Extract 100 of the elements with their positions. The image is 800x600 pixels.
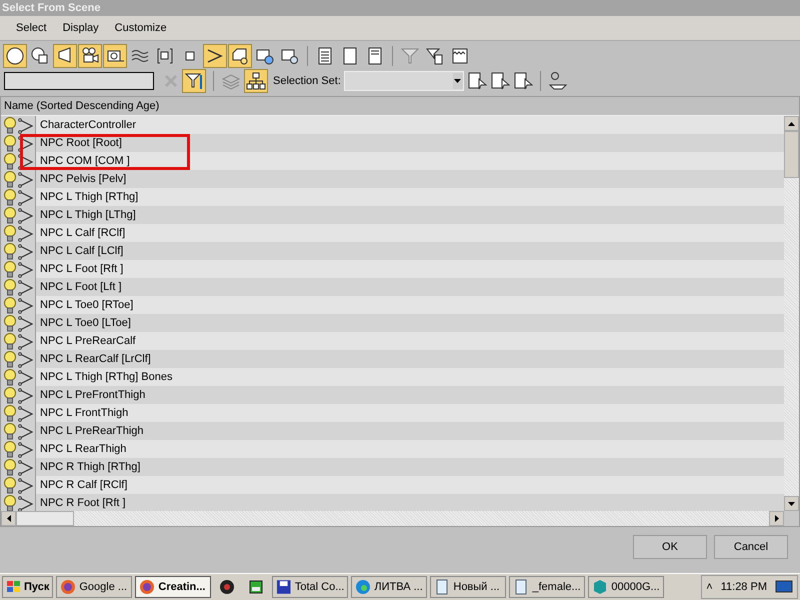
start-button[interactable]: Пуск bbox=[2, 576, 54, 598]
lightbulb-icon[interactable] bbox=[3, 440, 17, 458]
page-pointer-icon[interactable] bbox=[490, 71, 510, 91]
hierarchy-icon[interactable] bbox=[244, 69, 268, 93]
scroll-right-icon[interactable] bbox=[774, 515, 778, 522]
bone-icon[interactable] bbox=[18, 260, 34, 278]
object-name[interactable]: CharacterController bbox=[40, 119, 136, 131]
bone-icon[interactable] bbox=[18, 476, 34, 494]
bone-icon[interactable] bbox=[18, 242, 34, 260]
bone-icon[interactable] bbox=[18, 440, 34, 458]
taskbar-button[interactable]: Creatin... bbox=[135, 576, 212, 598]
object-name[interactable]: NPC L Foot [Lft ] bbox=[40, 281, 122, 293]
bone-icon[interactable] bbox=[18, 368, 34, 386]
scroll-down-icon[interactable] bbox=[788, 502, 795, 506]
bone-icon[interactable] bbox=[18, 134, 34, 152]
scroll-left-icon[interactable] bbox=[6, 515, 10, 522]
lightbulb-icon[interactable] bbox=[3, 206, 17, 224]
bone-icon[interactable] bbox=[18, 404, 34, 422]
object-name[interactable]: NPC L PreFrontThigh bbox=[40, 389, 146, 401]
lightbulb-icon[interactable] bbox=[3, 476, 17, 494]
object-name[interactable]: NPC L Thigh [RThg] bbox=[40, 191, 138, 203]
vertical-scrollbar[interactable] bbox=[784, 116, 799, 511]
object-name[interactable]: NPC L RearThigh bbox=[40, 443, 126, 455]
object-name[interactable]: NPC COM [COM ] bbox=[40, 155, 130, 167]
object-name[interactable]: NPC L PreRearThigh bbox=[40, 425, 144, 437]
page-pointer-icon[interactable] bbox=[512, 71, 533, 91]
page-pointer-icon[interactable] bbox=[466, 71, 487, 91]
bone-icon[interactable] bbox=[18, 314, 34, 332]
filter-toggle-icon[interactable] bbox=[182, 69, 206, 93]
lightbulb-icon[interactable] bbox=[3, 494, 17, 511]
menu-item[interactable]: Display bbox=[54, 22, 107, 34]
menu-item[interactable]: Select bbox=[8, 22, 55, 34]
lightbulb-icon[interactable] bbox=[3, 296, 17, 314]
bone-icon[interactable] bbox=[203, 44, 227, 68]
bone-icon[interactable] bbox=[18, 494, 34, 511]
lightbulb-icon[interactable] bbox=[3, 260, 17, 278]
object-name[interactable]: NPC L PreRearCalf bbox=[40, 335, 136, 347]
bone-icon[interactable] bbox=[18, 422, 34, 440]
lightbulb-icon[interactable] bbox=[3, 152, 17, 170]
monitor-icon[interactable] bbox=[775, 580, 793, 594]
lightbulb-icon[interactable] bbox=[3, 170, 17, 188]
lightbulb-icon[interactable] bbox=[3, 332, 17, 350]
lightbulb-icon[interactable] bbox=[3, 278, 17, 296]
object-name[interactable]: NPC L FrontThigh bbox=[40, 407, 128, 419]
object-name[interactable]: NPC L RearCalf [LrClf] bbox=[40, 353, 151, 365]
object-name[interactable]: NPC Pelvis [Pelv] bbox=[40, 173, 126, 185]
dropdown-arrow-icon[interactable] bbox=[454, 79, 462, 83]
lightbulb-icon[interactable] bbox=[3, 224, 17, 242]
bone-icon[interactable] bbox=[18, 152, 34, 170]
spotlight-icon[interactable] bbox=[53, 44, 77, 68]
scroll-thumb[interactable] bbox=[784, 131, 799, 178]
lightbulb-icon[interactable] bbox=[3, 134, 17, 152]
bone-icon[interactable] bbox=[18, 170, 34, 188]
bone-icon[interactable] bbox=[18, 188, 34, 206]
object-name[interactable]: NPC L Thigh [LThg] bbox=[40, 209, 136, 221]
dialog-button[interactable]: OK bbox=[633, 535, 707, 559]
box-icon[interactable] bbox=[228, 44, 252, 68]
lightbulb-icon[interactable] bbox=[3, 422, 17, 440]
bone-icon[interactable] bbox=[18, 116, 34, 134]
lightbulb-icon[interactable] bbox=[3, 368, 17, 386]
taskbar-button[interactable]: 00000G... bbox=[588, 576, 664, 598]
bone-icon[interactable] bbox=[18, 386, 34, 404]
bone-icon[interactable] bbox=[18, 296, 34, 314]
taskbar-button[interactable]: Google ... bbox=[56, 576, 132, 598]
object-name[interactable]: NPC R Thigh [RThg] bbox=[40, 461, 140, 473]
taskbar-button[interactable]: Total Co... bbox=[272, 576, 348, 598]
lightbulb-icon[interactable] bbox=[3, 188, 17, 206]
object-name[interactable]: NPC R Foot [Rft ] bbox=[40, 497, 126, 509]
scroll-up-icon[interactable] bbox=[788, 122, 795, 126]
object-name[interactable]: NPC L Thigh [RThg] Bones bbox=[40, 371, 172, 383]
menu-item[interactable]: Customize bbox=[106, 22, 175, 34]
lightbulb-icon[interactable] bbox=[3, 116, 17, 134]
object-name[interactable]: NPC L Foot [Rft ] bbox=[40, 263, 124, 275]
bone-icon[interactable] bbox=[18, 278, 34, 296]
tray-arrow[interactable]: ˄ bbox=[706, 581, 713, 593]
person-filter-icon[interactable] bbox=[548, 71, 568, 91]
object-name[interactable]: NPC L Toe0 [RToe] bbox=[40, 299, 134, 311]
bone-icon[interactable] bbox=[18, 206, 34, 224]
lightbulb-icon[interactable] bbox=[3, 242, 17, 260]
bone-icon[interactable] bbox=[18, 350, 34, 368]
object-name[interactable]: NPC L Toe0 [LToe] bbox=[40, 317, 131, 329]
lightbulb-icon[interactable] bbox=[3, 404, 17, 422]
scroll-thumb[interactable] bbox=[16, 511, 74, 526]
taskbar-button[interactable]: Новый ... bbox=[430, 576, 506, 598]
lightbulb-icon[interactable] bbox=[3, 458, 17, 476]
object-name[interactable]: NPC L Calf [RClf] bbox=[40, 227, 126, 239]
object-name[interactable]: NPC R Calf [RClf] bbox=[40, 479, 128, 491]
lightbulb-icon[interactable] bbox=[3, 386, 17, 404]
bone-icon[interactable] bbox=[18, 224, 34, 242]
taskbar-button[interactable]: _female... bbox=[509, 576, 586, 598]
object-name[interactable]: NPC L Calf [LClf] bbox=[40, 245, 124, 257]
bone-icon[interactable] bbox=[18, 458, 34, 476]
camera-icon[interactable] bbox=[78, 44, 102, 68]
object-name[interactable]: NPC Root [Root] bbox=[40, 137, 122, 149]
taskbar-button[interactable]: ЛИТВА ... bbox=[351, 576, 428, 598]
lightbulb-icon[interactable] bbox=[3, 350, 17, 368]
filter-field[interactable] bbox=[4, 72, 154, 90]
bone-icon[interactable] bbox=[18, 332, 34, 350]
dialog-button[interactable]: Cancel bbox=[714, 535, 788, 559]
tape-icon[interactable] bbox=[103, 44, 127, 68]
